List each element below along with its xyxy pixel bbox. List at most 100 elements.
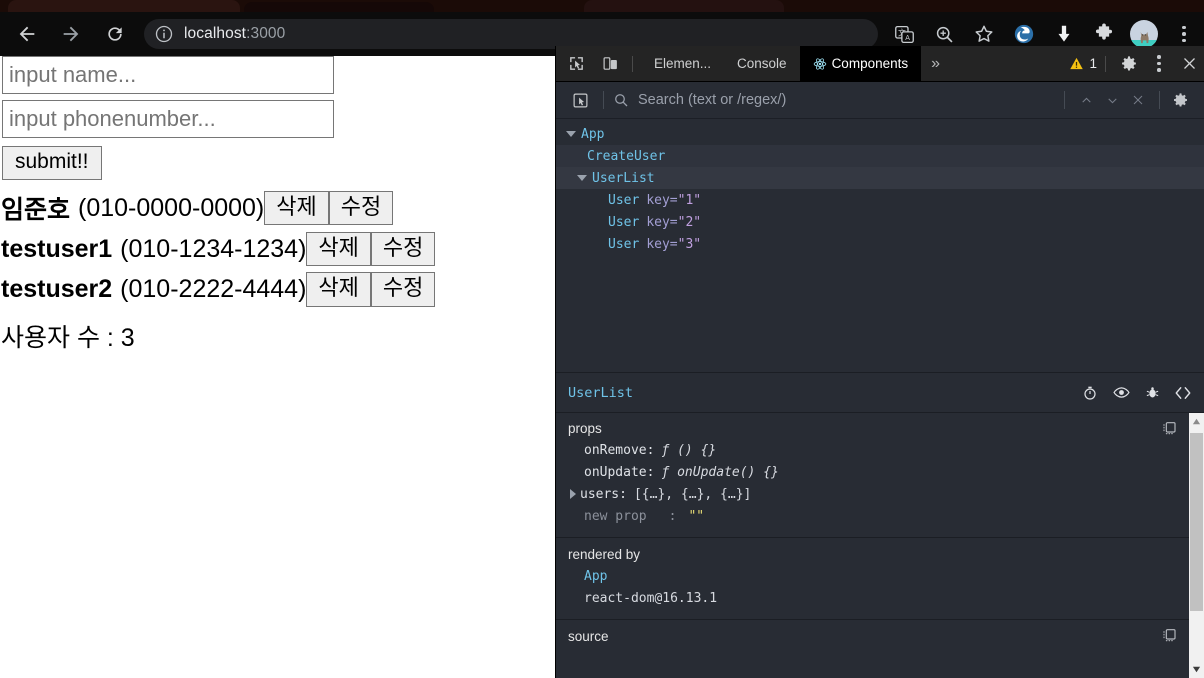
prop-row[interactable]: onUpdate: ƒ onUpdate() {} xyxy=(556,461,1189,483)
zoom-button[interactable] xyxy=(929,19,959,49)
new-prop-key[interactable]: new prop xyxy=(584,509,647,524)
browser-tab[interactable] xyxy=(244,2,434,12)
timer-icon xyxy=(1084,386,1096,400)
devtools-menu-button[interactable] xyxy=(1144,49,1174,79)
inspect-cursor-icon xyxy=(569,57,583,70)
chevron-right-icon[interactable] xyxy=(570,489,576,499)
reload-icon xyxy=(108,27,122,41)
new-prop-value[interactable]: "" xyxy=(688,509,704,524)
tree-item-user[interactable]: User key= "1" xyxy=(556,189,1204,211)
selected-component-header: UserList xyxy=(556,372,1204,413)
tree-item-app[interactable]: App xyxy=(556,123,1204,145)
back-button[interactable] xyxy=(10,17,44,51)
tree-item-attr-value: "1" xyxy=(677,192,702,208)
tree-item-label: CreateUser xyxy=(587,148,666,164)
inspect-element-button[interactable] xyxy=(562,50,590,78)
scroll-down-button[interactable] xyxy=(1189,661,1204,678)
user-remove-button[interactable]: 삭제 xyxy=(306,272,371,307)
device-toolbar-button[interactable] xyxy=(596,50,624,78)
close-icon xyxy=(1183,58,1195,69)
tree-item-attr-key: key= xyxy=(646,214,678,230)
user-remove-button[interactable]: 삭제 xyxy=(264,190,329,226)
tab-console[interactable]: Console xyxy=(724,46,800,82)
selected-component-actions xyxy=(1081,384,1192,402)
user-update-button[interactable]: 수정 xyxy=(328,190,394,226)
tab-components[interactable]: Components xyxy=(799,46,922,82)
edge-extension-button[interactable] xyxy=(1009,19,1039,49)
scroll-up-arrow-icon xyxy=(1192,418,1201,425)
inspector-scrollbar[interactable] xyxy=(1189,413,1204,678)
user-remove-button[interactable]: 삭제 xyxy=(306,232,371,267)
user-count-label: 사용자 수 : 3 xyxy=(1,323,135,352)
url-host: localhost xyxy=(184,25,247,42)
tree-item-userlist[interactable]: UserList xyxy=(556,167,1204,189)
user-update-button[interactable]: 수정 xyxy=(370,272,436,307)
browser-window: localhost:3000 文 A xyxy=(0,0,1204,678)
copy-source-icon[interactable] xyxy=(1161,627,1177,643)
toolbar-divider xyxy=(1105,55,1106,72)
translate-button[interactable]: 文 A xyxy=(889,19,919,49)
tree-item-attr-key: key= xyxy=(646,192,678,208)
source-section: source xyxy=(556,620,1189,657)
devtools-settings-button[interactable] xyxy=(1114,49,1144,79)
name-input[interactable] xyxy=(2,56,334,94)
tree-item-user[interactable]: User key= "3" xyxy=(556,233,1204,255)
info-circle-icon xyxy=(155,25,173,43)
rendered-by-row[interactable]: App xyxy=(556,565,1189,587)
components-settings-button[interactable] xyxy=(1168,87,1194,113)
menu-dot xyxy=(1182,32,1186,36)
address-bar[interactable]: localhost:3000 xyxy=(144,19,878,49)
browser-menu-button[interactable] xyxy=(1169,19,1199,49)
tree-item-createuser[interactable]: CreateUser xyxy=(556,145,1204,167)
prop-value: ƒ onUpdate() {} xyxy=(661,464,779,480)
submit-button[interactable]: submit!! xyxy=(2,146,102,180)
device-toggle-icon xyxy=(603,57,617,70)
profile-button[interactable] xyxy=(1129,19,1159,49)
search-clear-button[interactable] xyxy=(1125,87,1151,113)
copy-props-icon[interactable] xyxy=(1161,420,1177,436)
browser-tab[interactable] xyxy=(8,0,240,12)
reload-button[interactable] xyxy=(98,17,132,51)
phone-input[interactable] xyxy=(2,100,334,138)
inspector-sections: props onRemove: ƒ () {} onUpdate: ƒ onUp… xyxy=(556,413,1189,678)
tree-item-label: App xyxy=(581,126,605,142)
user-update-button[interactable]: 수정 xyxy=(370,232,436,267)
extensions-button[interactable] xyxy=(1089,19,1119,49)
download-button[interactable] xyxy=(1049,19,1079,49)
chevron-down-icon[interactable] xyxy=(566,131,576,137)
new-prop-row[interactable]: new prop : "" xyxy=(556,505,1189,527)
inspect-cursor-icon xyxy=(573,93,587,107)
search-next-button[interactable] xyxy=(1099,87,1125,113)
scrollbar-thumb[interactable] xyxy=(1190,433,1203,611)
props-section-title: props xyxy=(568,421,602,436)
rendered-by-component[interactable]: App xyxy=(584,569,607,584)
chevron-up-icon xyxy=(1081,97,1091,103)
prop-value: [{…}, {…}, {…}] xyxy=(633,486,752,502)
prop-row-users[interactable]: users: [{…}, {…}, {…}] xyxy=(556,483,1189,505)
more-tabs-button[interactable]: » xyxy=(921,55,950,73)
chevron-down-icon[interactable] xyxy=(577,175,587,181)
tab-elements[interactable]: Elemen... xyxy=(641,46,724,82)
components-search-input[interactable] xyxy=(638,92,1056,108)
puzzle-extension-icon xyxy=(1095,23,1113,40)
warning-badge[interactable]: 1 xyxy=(1069,56,1097,71)
devtools-close-button[interactable] xyxy=(1174,49,1204,79)
scroll-up-button[interactable] xyxy=(1189,413,1204,430)
bookmark-button[interactable] xyxy=(969,19,999,49)
inspect-dom-button[interactable] xyxy=(1112,384,1130,402)
profiler-timer-button[interactable] xyxy=(1081,384,1099,402)
view-source-button[interactable] xyxy=(1174,384,1192,402)
user-phone: (010-2222-4444) xyxy=(120,274,307,303)
select-component-button[interactable] xyxy=(565,85,595,115)
forward-button[interactable] xyxy=(54,17,88,51)
rendered-by-renderer: react-dom@16.13.1 xyxy=(584,590,718,606)
prop-key: onUpdate: xyxy=(584,464,655,480)
scroll-down-arrow-icon xyxy=(1192,666,1201,673)
prop-row[interactable]: onRemove: ƒ () {} xyxy=(556,439,1189,461)
gear-icon xyxy=(1174,93,1187,107)
browser-tab[interactable] xyxy=(584,0,784,12)
tree-item-user[interactable]: User key= "2" xyxy=(556,211,1204,233)
search-prev-button[interactable] xyxy=(1073,87,1099,113)
rendered-by-title: rendered by xyxy=(568,547,641,562)
log-to-console-button[interactable] xyxy=(1143,384,1161,402)
